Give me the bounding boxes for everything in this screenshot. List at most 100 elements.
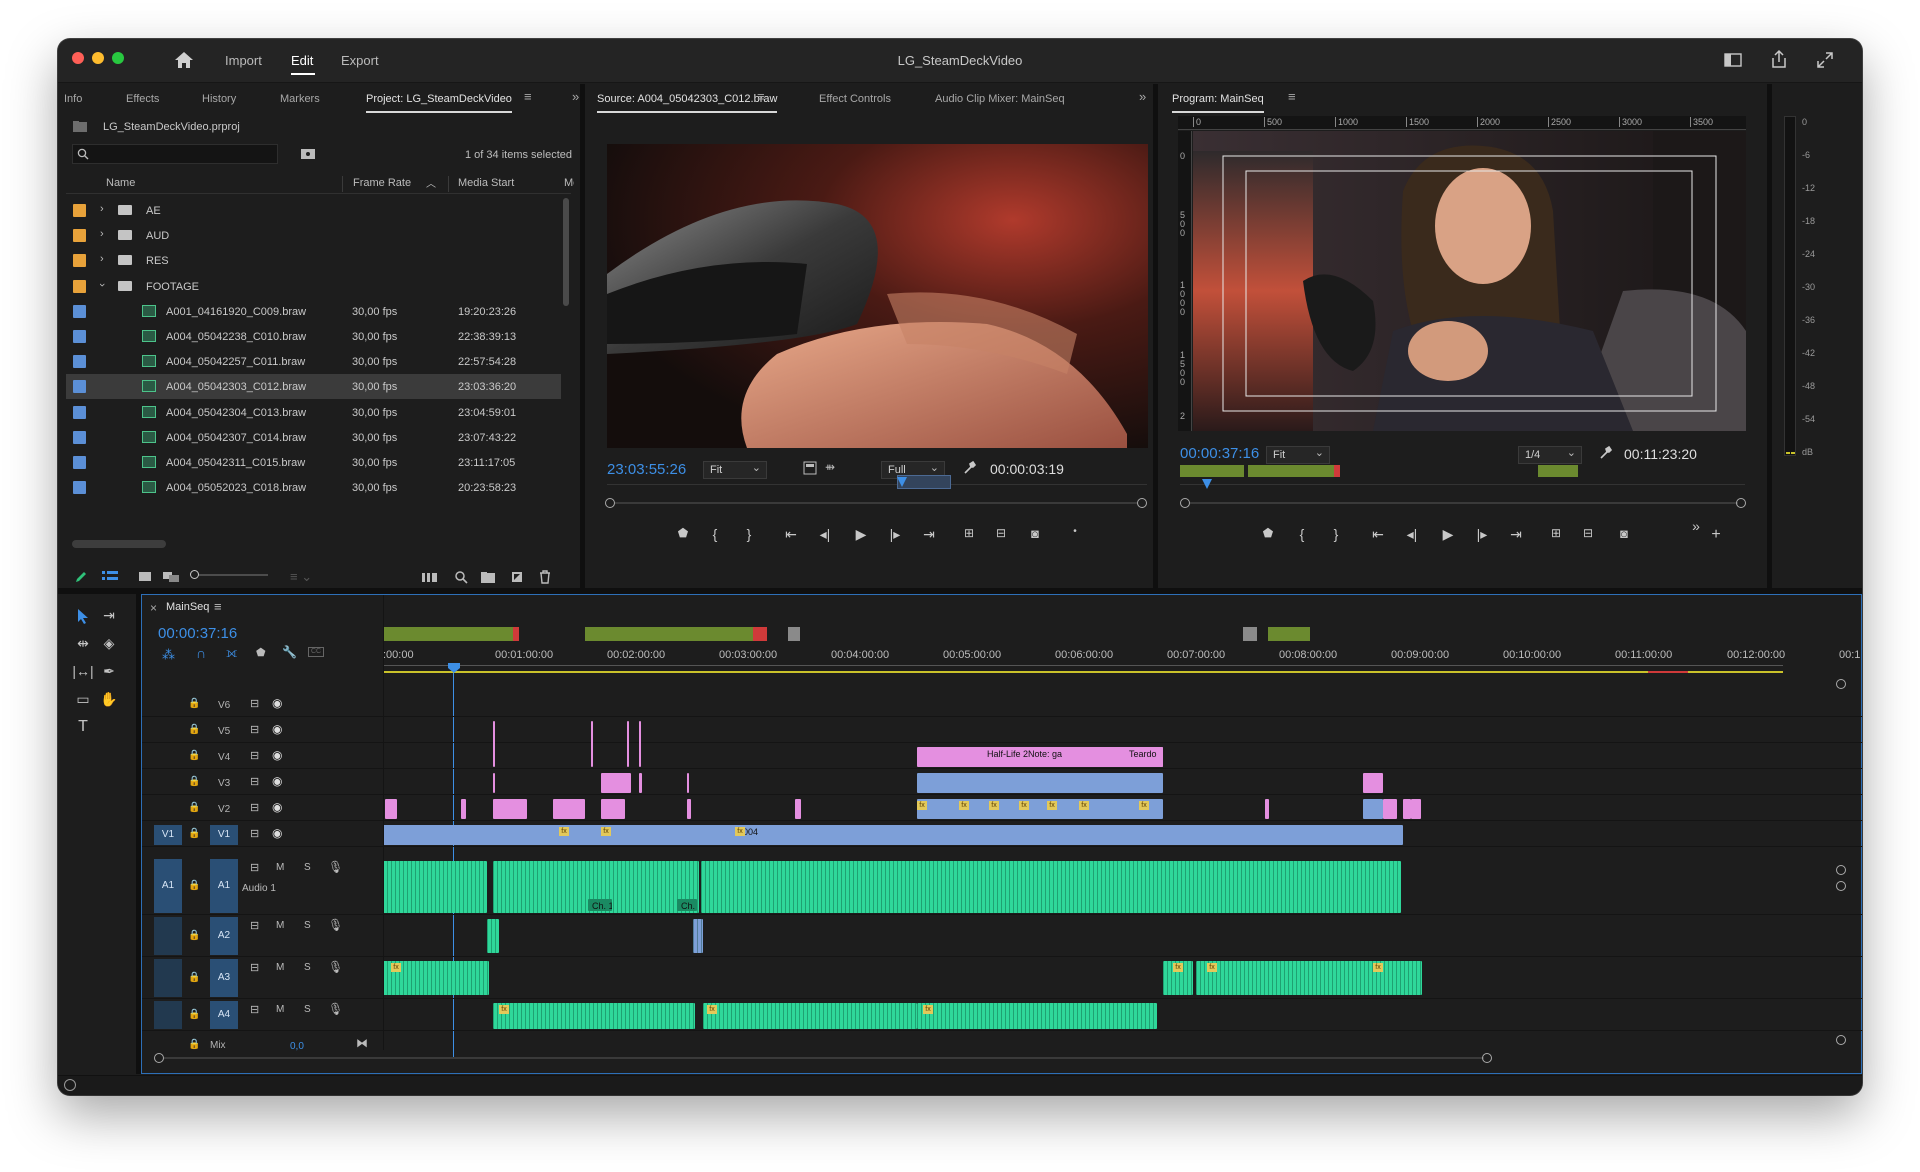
workspace-icon[interactable] — [1724, 52, 1742, 68]
play-icon[interactable]: ▶ — [851, 526, 871, 543]
a1-channel-label[interactable]: Ch. 1 — [588, 899, 612, 911]
sync-lock-icon[interactable]: ⊟ — [250, 961, 259, 974]
v2-graphic-clip[interactable] — [1383, 799, 1397, 819]
trash-icon[interactable] — [538, 570, 552, 584]
program-mini-ruler[interactable] — [1180, 479, 1745, 494]
solo-button[interactable]: S — [304, 1004, 311, 1015]
timeline-marker-range[interactable] — [383, 627, 518, 641]
a1-audio-clip[interactable] — [701, 861, 1401, 913]
play-icon[interactable]: ▶ — [1438, 526, 1458, 543]
ripple-edit-tool-icon[interactable]: ⇹ — [72, 636, 94, 650]
sort-ascending-icon[interactable]: ︿ — [426, 175, 436, 190]
program-scroll-end[interactable] — [1736, 498, 1746, 508]
v3-graphic-clip[interactable] — [687, 773, 689, 793]
settings-icon[interactable] — [803, 461, 817, 475]
timeline-marker-range[interactable] — [1268, 627, 1310, 641]
sync-lock-icon[interactable]: ⊟ — [250, 697, 259, 710]
step-forward-icon[interactable]: |▸ — [885, 526, 905, 543]
track-target-a1[interactable]: A1 — [210, 859, 238, 913]
v2-graphic-clip[interactable] — [1265, 799, 1269, 819]
lock-icon[interactable]: 🔒 — [188, 802, 200, 813]
icon-view-icon[interactable] — [138, 571, 152, 583]
lock-icon[interactable]: 🔒 — [188, 724, 200, 735]
video-vscroll-top[interactable] — [1836, 679, 1846, 689]
type-tool-icon[interactable]: T — [72, 719, 94, 735]
source-patch-empty[interactable] — [154, 959, 182, 997]
mute-button[interactable]: M — [276, 920, 284, 931]
lock-icon[interactable]: 🔒 — [188, 930, 200, 941]
tab-effects[interactable]: Effects — [126, 93, 159, 105]
program-marker-range[interactable] — [1538, 465, 1578, 477]
clip-row[interactable]: A004_05042238_C010.braw 30,00 fps 22:38:39… — [66, 324, 561, 349]
tab-markers[interactable]: Markers — [280, 93, 320, 105]
selection-tool-icon[interactable] — [76, 608, 90, 624]
v2-graphic-clip[interactable] — [795, 799, 801, 819]
v1-clip[interactable]: A004 — [733, 825, 813, 845]
sync-lock-icon[interactable]: ⊟ — [250, 1003, 259, 1016]
overflow-chevron-icon[interactable]: » — [1686, 518, 1706, 534]
lock-icon[interactable]: 🔒 — [188, 1009, 200, 1020]
mix-end-icon[interactable]: ⧓ — [356, 1036, 368, 1050]
tab-source[interactable]: Source: A004_05042303_C012.braw — [597, 93, 778, 113]
source-patch-a1[interactable]: A1 — [154, 859, 182, 913]
mute-button[interactable]: M — [276, 962, 284, 973]
a3-audio-clip[interactable] — [1196, 961, 1422, 995]
disclosure-chevron-icon[interactable]: › — [96, 283, 108, 287]
sync-lock-icon[interactable]: ⊟ — [250, 801, 259, 814]
timeline-marker[interactable] — [788, 627, 800, 641]
lift-icon[interactable]: ⊞ — [1546, 526, 1566, 540]
a4-audio-clip[interactable] — [493, 1003, 695, 1029]
bin-row[interactable]: › RES — [66, 248, 561, 273]
audio-vscroll-bottom[interactable] — [1836, 1035, 1846, 1045]
lock-icon[interactable]: 🔒 — [188, 972, 200, 983]
v3-graphic-clip[interactable] — [601, 773, 631, 793]
clip-row[interactable]: A004_05042303_C012.braw 30,00 fps 23:03:36… — [66, 374, 561, 400]
sync-lock-icon[interactable]: ⊟ — [250, 919, 259, 932]
a4-audio-clip[interactable] — [917, 1003, 1157, 1029]
program-marker-range[interactable] — [1248, 465, 1334, 477]
panel-menu-icon[interactable]: ≡ — [214, 599, 222, 614]
export-frame-icon[interactable]: ◙ — [1614, 526, 1634, 541]
step-forward-icon[interactable]: |▸ — [1472, 526, 1492, 543]
disclosure-chevron-icon[interactable]: › — [100, 228, 104, 240]
video-vscroll-bottom[interactable] — [1836, 865, 1846, 875]
v5-graphic-clip[interactable] — [591, 721, 593, 767]
lock-icon[interactable]: 🔒 — [188, 880, 200, 891]
v5-graphic-clip[interactable] — [627, 721, 629, 767]
v2-graphic-clip[interactable] — [385, 799, 397, 819]
v3-clip[interactable] — [917, 773, 1163, 793]
v2-graphic-clip[interactable] — [601, 799, 625, 819]
v4-title-clip[interactable]: Half-Life 2Note: ga — [983, 747, 1103, 767]
bin-color-swatch[interactable] — [73, 229, 86, 243]
timeline-marker-range[interactable] — [585, 627, 765, 641]
timeline-hscroll-start[interactable] — [154, 1053, 164, 1063]
sequence-tab[interactable]: MainSeq — [166, 601, 209, 613]
program-marker-range[interactable] — [1180, 465, 1244, 477]
lock-icon[interactable]: 🔒 — [188, 776, 200, 787]
find-icon[interactable] — [454, 570, 468, 584]
mark-in-icon[interactable]: { — [705, 526, 725, 542]
share-icon[interactable] — [1770, 49, 1788, 69]
track-name[interactable]: V5 — [218, 726, 230, 737]
clip-color-swatch[interactable] — [73, 355, 86, 369]
overflow-chevron-icon[interactable]: » — [572, 89, 579, 104]
program-marker[interactable] — [1334, 465, 1340, 477]
project-hscroll[interactable] — [72, 540, 166, 548]
v2-clip[interactable] — [917, 799, 1163, 819]
disclosure-chevron-icon[interactable]: › — [100, 253, 104, 265]
zoom-slider[interactable] — [190, 570, 268, 579]
clip-color-swatch[interactable] — [73, 430, 86, 444]
program-timecode[interactable]: 00:00:37:16 — [1180, 445, 1259, 462]
v2-graphic-clip[interactable] — [553, 799, 585, 819]
mix-lock-icon[interactable]: 🔒 — [188, 1039, 200, 1050]
project-vscroll[interactable] — [563, 198, 569, 306]
v2-graphic-clip[interactable] — [687, 799, 691, 819]
timeline-marker[interactable] — [1243, 627, 1257, 641]
creative-cloud-icon[interactable] — [64, 1079, 76, 1091]
clip-color-swatch[interactable] — [73, 481, 86, 495]
track-name[interactable]: V6 — [218, 700, 230, 711]
sync-lock-icon[interactable]: ⊟ — [250, 749, 259, 762]
add-marker-icon[interactable]: ⬟ — [673, 526, 693, 540]
clip-color-swatch[interactable] — [73, 330, 86, 343]
timeline-ruler-area[interactable]: :00:00 00:01:00:00 00:02:00:00 00:03:00:00 0… — [383, 595, 1862, 675]
